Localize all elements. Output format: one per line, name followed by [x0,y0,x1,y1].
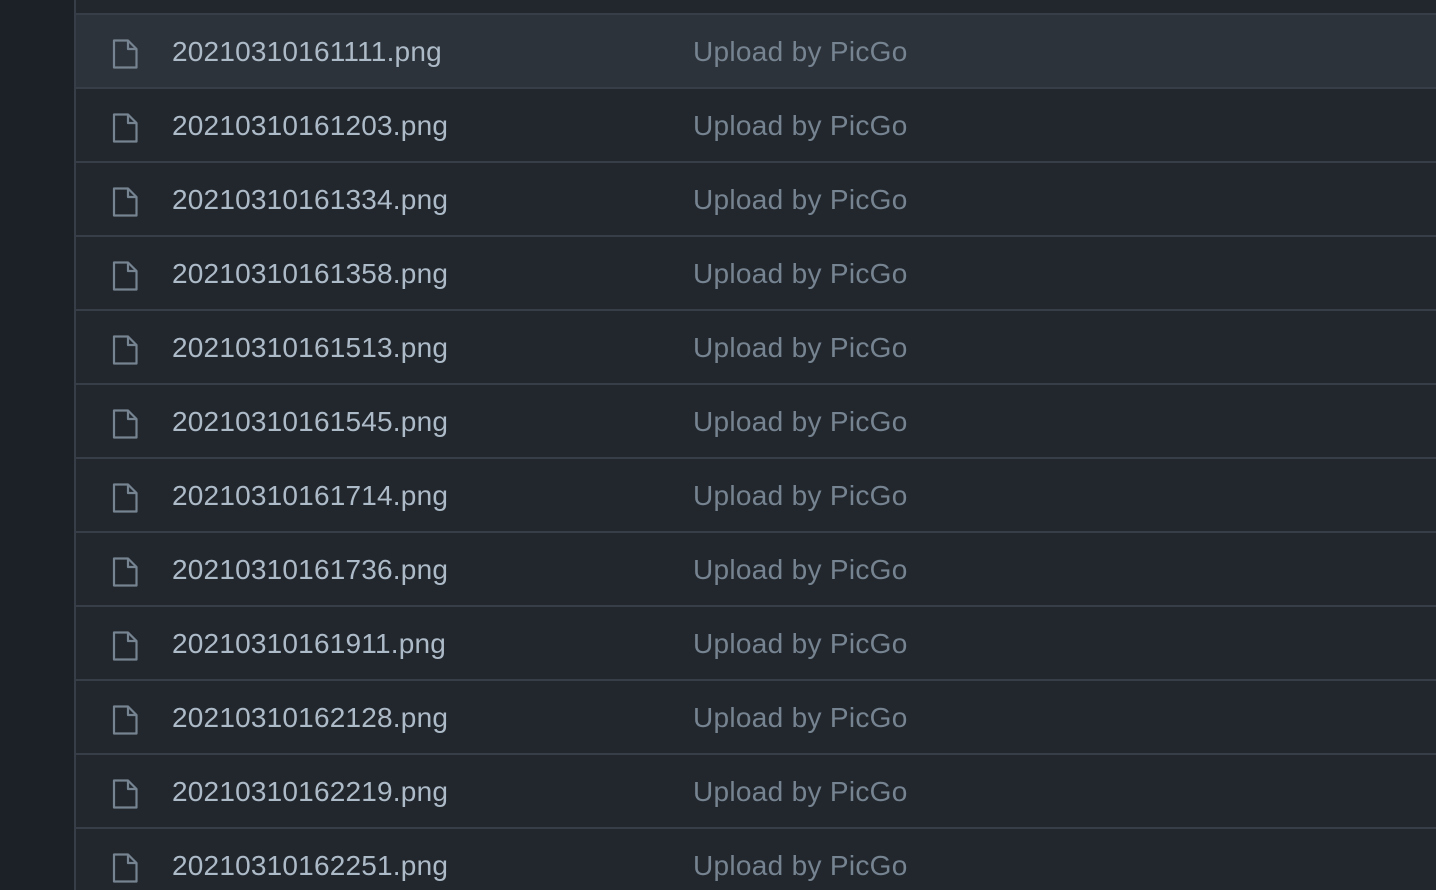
file-icon [112,705,138,735]
file-row[interactable]: 20210310161203.png Upload by PicGo [76,89,1436,163]
file-icon [112,187,138,217]
file-name-link[interactable]: 20210310161334.png [172,163,448,237]
file-list-header-edge [76,0,1436,15]
file-icon [112,409,138,439]
commit-message-link[interactable]: Upload by PicGo [693,237,908,311]
file-icon [112,853,138,883]
file-name-link[interactable]: 20210310161545.png [172,385,448,459]
file-icon [112,779,138,809]
file-row[interactable]: 20210310161111.png Upload by PicGo [76,15,1436,89]
commit-message-link[interactable]: Upload by PicGo [693,89,908,163]
commit-message-link[interactable]: Upload by PicGo [693,681,908,755]
file-icon [112,261,138,291]
file-row[interactable]: 20210310161334.png Upload by PicGo [76,163,1436,237]
file-name-link[interactable]: 20210310162128.png [172,681,448,755]
commit-message-link[interactable]: Upload by PicGo [693,459,908,533]
file-row[interactable]: 20210310161911.png Upload by PicGo [76,607,1436,681]
commit-message-link[interactable]: Upload by PicGo [693,163,908,237]
file-name-link[interactable]: 20210310161203.png [172,89,448,163]
file-icon [112,335,138,365]
commit-message-link[interactable]: Upload by PicGo [693,15,908,89]
file-row[interactable]: 20210310161736.png Upload by PicGo [76,533,1436,607]
file-icon [112,39,138,69]
file-icon [112,483,138,513]
file-name-link[interactable]: 20210310161358.png [172,237,448,311]
file-name-link[interactable]: 20210310161111.png [172,15,442,89]
commit-message-link[interactable]: Upload by PicGo [693,533,908,607]
file-row[interactable]: 20210310161513.png Upload by PicGo [76,311,1436,385]
file-row[interactable]: 20210310162251.png Upload by PicGo [76,829,1436,890]
commit-message-link[interactable]: Upload by PicGo [693,755,908,829]
commit-message-link[interactable]: Upload by PicGo [693,829,908,890]
commit-message-link[interactable]: Upload by PicGo [693,607,908,681]
file-row[interactable]: 20210310162219.png Upload by PicGo [76,755,1436,829]
commit-message-link[interactable]: Upload by PicGo [693,311,908,385]
file-name-link[interactable]: 20210310161911.png [172,607,446,681]
file-row[interactable]: 20210310161545.png Upload by PicGo [76,385,1436,459]
file-icon [112,631,138,661]
file-name-link[interactable]: 20210310162251.png [172,829,448,890]
file-icon [112,113,138,143]
file-name-link[interactable]: 20210310161513.png [172,311,448,385]
file-row[interactable]: 20210310161358.png Upload by PicGo [76,237,1436,311]
file-name-link[interactable]: 20210310161714.png [172,459,448,533]
file-name-link[interactable]: 20210310161736.png [172,533,448,607]
file-row[interactable]: 20210310162128.png Upload by PicGo [76,681,1436,755]
file-name-link[interactable]: 20210310162219.png [172,755,448,829]
commit-message-link[interactable]: Upload by PicGo [693,385,908,459]
file-row[interactable]: 20210310161714.png Upload by PicGo [76,459,1436,533]
page: 20210310161111.png Upload by PicGo 20210… [0,0,1436,890]
file-list: 20210310161111.png Upload by PicGo 20210… [74,0,1436,890]
file-rows: 20210310161111.png Upload by PicGo 20210… [76,15,1436,890]
file-icon [112,557,138,587]
